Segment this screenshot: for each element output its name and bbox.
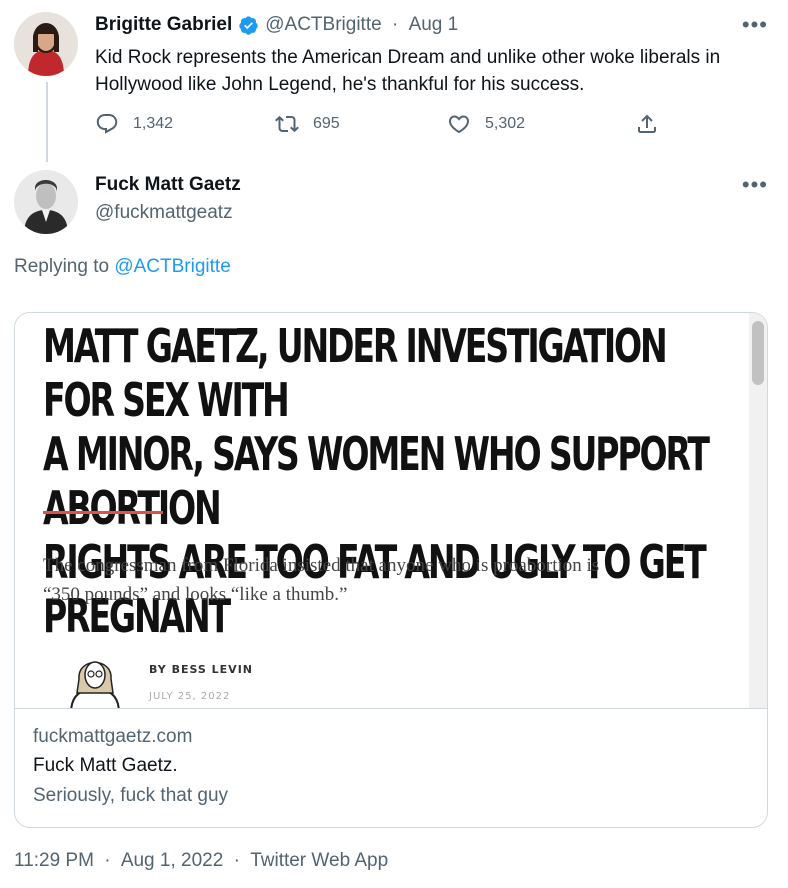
dek-line: The congressman from Florida insisted th… [43, 555, 600, 576]
tweet1-text: Kid Rock represents the American Dream a… [95, 47, 721, 95]
card-domain: fuckmattgaetz.com [33, 726, 193, 747]
tweet1-date[interactable]: Aug 1 [409, 14, 459, 35]
tweet-timestamp: 11:29 PM · Aug 1, 2022 · Twitter Web App [14, 850, 388, 872]
share-button[interactable] [635, 112, 673, 136]
reply-count: 1,342 [133, 115, 174, 132]
replying-prefix: Replying to [14, 256, 110, 277]
headline-line: A MINOR, SAYS WOMEN WHO SUPPORT ABORTION [43, 427, 710, 535]
more-icon[interactable]: ••• [742, 174, 768, 196]
timestamp-separator: · [104, 850, 111, 871]
heart-icon [448, 115, 470, 134]
card-scrollbar-thumb[interactable] [752, 321, 764, 385]
tweet2-handle[interactable]: @fuckmattgeatz [95, 202, 233, 224]
retweet-button[interactable]: 695 [275, 112, 340, 136]
avatar-brigitte[interactable] [14, 12, 78, 76]
article-byline: BY BESS LEVIN [149, 663, 253, 676]
verified-badge-icon [238, 15, 259, 36]
card-meta: fuckmattgaetz.com Fuck Matt Gaetz. Serio… [33, 723, 228, 811]
card-description: Seriously, fuck that guy [33, 785, 229, 806]
thread-connector-line [46, 82, 48, 162]
headline-line: MATT GAETZ, UNDER INVESTIGATION FOR SEX … [43, 319, 668, 427]
article-dek: The congressman from Florida insisted th… [43, 551, 723, 609]
tweet2-display-name[interactable]: Fuck Matt Gaetz [95, 174, 241, 196]
timestamp-date[interactable]: Aug 1, 2022 [121, 850, 223, 871]
timestamp-time[interactable]: 11:29 PM [14, 850, 94, 871]
reply-icon [96, 114, 118, 134]
card-image[interactable]: MATT GAETZ, UNDER INVESTIGATION FOR SEX … [15, 313, 767, 709]
tweet1-action-bar: 1,342 695 5,302 [95, 112, 675, 142]
tweet1-handle[interactable]: @ACTBrigitte [265, 14, 381, 35]
tweet1-separator: · [391, 14, 399, 35]
tweet1-display-name[interactable]: Brigitte Gabriel [95, 14, 232, 36]
more-icon[interactable]: ••• [742, 14, 768, 36]
replying-to: Replying to @ACTBrigitte [14, 256, 231, 278]
headline-divider [43, 511, 163, 514]
link-card[interactable]: MATT GAETZ, UNDER INVESTIGATION FOR SEX … [14, 312, 768, 828]
like-count: 5,302 [485, 115, 526, 132]
like-button[interactable]: 5,302 [447, 112, 525, 136]
retweet-count: 695 [313, 115, 340, 132]
replying-handle-link[interactable]: @ACTBrigitte [114, 256, 230, 277]
retweet-icon [275, 115, 299, 133]
card-scrollbar[interactable] [749, 313, 767, 708]
timestamp-separator: · [233, 850, 240, 871]
reply-button[interactable]: 1,342 [95, 112, 173, 136]
tweet1-header: Brigitte Gabriel @ACTBrigitte · Aug 1 [95, 14, 458, 36]
author-portrait [55, 643, 135, 708]
card-title: Fuck Matt Gaetz. [33, 755, 178, 776]
share-icon [638, 114, 656, 133]
article-date: JULY 25, 2022 [149, 691, 231, 702]
avatar-fuckmattgaetz[interactable] [14, 170, 78, 234]
timestamp-source[interactable]: Twitter Web App [250, 850, 388, 871]
dek-line: “350 pounds” and looks “like a thumb.” [43, 584, 348, 605]
